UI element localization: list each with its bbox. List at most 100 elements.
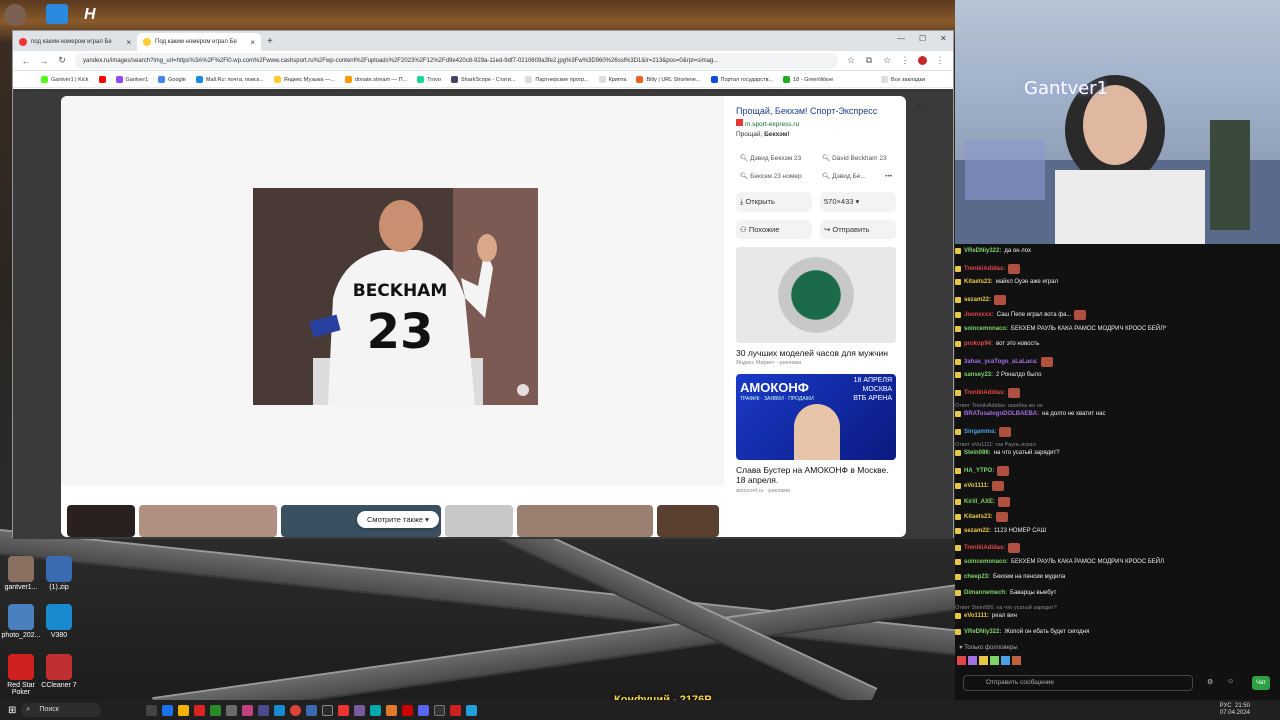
app-icon[interactable]: [386, 704, 398, 716]
share-button[interactable]: ↪ Отправить: [820, 220, 896, 239]
new-tab-button[interactable]: +: [261, 33, 279, 51]
chat-username[interactable]: Kitaets23:: [964, 279, 993, 285]
bookmark-item[interactable]: Gantver1: [115, 76, 148, 83]
minimize-icon[interactable]: —: [897, 34, 905, 43]
search-chip[interactable]: 🔍︎ Дэвид Бекхэм 23: [736, 152, 814, 166]
chat-username[interactable]: Kirill_AXE:: [964, 499, 995, 505]
app-icon[interactable]: [450, 704, 462, 716]
bookmark-item[interactable]: Яндекс Музыка —...: [273, 76, 335, 83]
app-icon[interactable]: [274, 704, 286, 716]
close-tab-icon[interactable]: ×: [126, 38, 131, 47]
bookmark-item[interactable]: Trovo: [417, 76, 441, 83]
desktop-icon[interactable]: Red Star Poker: [0, 654, 42, 696]
thumbnail[interactable]: [657, 505, 719, 537]
bookmark-item[interactable]: [98, 76, 106, 83]
all-bookmarks[interactable]: Все закладки: [880, 76, 925, 83]
chat-username[interactable]: sezam22:: [964, 297, 991, 303]
app-icon[interactable]: [194, 704, 206, 716]
similar-button[interactable]: ⚇ Похожие: [736, 220, 812, 239]
app-icon[interactable]: [370, 704, 382, 716]
chat-username[interactable]: Kitaets23:: [964, 514, 993, 520]
thumbnail[interactable]: [67, 505, 135, 537]
bookmark-item[interactable]: 18 - GreenWave: [783, 76, 833, 83]
telegram-icon[interactable]: [466, 704, 478, 716]
profile-avatar[interactable]: [918, 56, 927, 65]
bookmark-item[interactable]: Bitly | URL Shortene...: [636, 76, 701, 83]
reload-icon[interactable]: ↻: [57, 55, 67, 66]
search-chip[interactable]: 🔍︎ Дэвид Бе... •••: [818, 170, 896, 184]
search-chip[interactable]: 🔍︎ David Beckham 23: [818, 152, 896, 166]
forward-icon[interactable]: →: [39, 56, 49, 66]
chat-username[interactable]: TrenikiAdidas:: [964, 545, 1005, 551]
menu-icon[interactable]: ⋮: [900, 55, 910, 66]
emote-icon[interactable]: [968, 656, 977, 665]
taskbar-search[interactable]: ⌕ Поиск: [21, 703, 102, 717]
tab-2[interactable]: Под каким номером играл Бе ×: [137, 33, 261, 51]
avatar-icon[interactable]: [4, 4, 26, 26]
bookmark-item[interactable]: Google: [158, 76, 186, 83]
url-input[interactable]: yandex.ru/images/search?img_url=https%3A…: [75, 52, 838, 69]
chat-username[interactable]: Stein086:: [964, 450, 991, 456]
h-app-icon[interactable]: H: [84, 6, 102, 24]
bookmark-item[interactable]: SharkScope - Стати...: [451, 76, 515, 83]
chat-username[interactable]: prokop94:: [964, 341, 993, 347]
thumbnail[interactable]: [445, 505, 513, 537]
chat-username[interactable]: eVo1111:: [964, 613, 989, 619]
more-chips-button[interactable]: •••: [885, 170, 892, 184]
maximize-icon[interactable]: ☐: [919, 34, 926, 43]
emote-icon[interactable]: [1012, 656, 1021, 665]
chat-username[interactable]: 3ahax_ycaTogo_aLaLaca:: [964, 359, 1038, 365]
bookmark-item[interactable]: Крипта: [598, 76, 626, 83]
desktop-icon[interactable]: (1).zip: [38, 556, 80, 591]
bookmark-item[interactable]: Mail.Ru: почта, поиск...: [195, 76, 264, 83]
bookmark-item[interactable]: Gantver1 | Kick: [41, 76, 89, 83]
star-icon[interactable]: ☆: [846, 55, 856, 66]
more-icon[interactable]: ⋮: [935, 55, 945, 66]
desktop-icon[interactable]: V380: [38, 604, 80, 639]
bookmark-item[interactable]: Портал государств...: [710, 76, 773, 83]
chat-input[interactable]: Отправить сообщение: [963, 675, 1193, 691]
chat-username[interactable]: HA_YTPO:: [964, 468, 994, 474]
desktop-icon[interactable]: photo_202...: [0, 604, 42, 639]
app-icon[interactable]: [354, 704, 366, 716]
source-link[interactable]: m.sport-express.ru: [736, 119, 906, 128]
chat-username[interactable]: BRATusatogoDOLBAEBA:: [964, 411, 1039, 417]
search-chip[interactable]: 🔍︎ Бекхэм 23 номер: [736, 170, 814, 184]
main-image[interactable]: BECKHAM 23: [253, 188, 538, 405]
thumbnail[interactable]: [139, 505, 277, 537]
bookmark-item[interactable]: donate.stream — П...: [344, 76, 407, 83]
system-clock[interactable]: РУС 21:50 07.04.2024: [1220, 703, 1250, 717]
chat-username[interactable]: sansey23:: [964, 372, 993, 378]
extensions-icon[interactable]: ⧉: [864, 55, 874, 66]
settings-icon[interactable]: ⚙: [1207, 678, 1213, 686]
chat-username[interactable]: eVo1111:: [964, 483, 989, 489]
chrome-icon[interactable]: [290, 704, 302, 716]
start-icon[interactable]: ⊞: [8, 705, 16, 716]
chat-username[interactable]: Dimannemech:: [964, 590, 1007, 596]
chat-username[interactable]: TrenikiAdidas:: [964, 266, 1005, 272]
chat-username[interactable]: sezam22:: [964, 528, 991, 534]
chat-app-icon[interactable]: [46, 4, 68, 24]
close-window-icon[interactable]: ✕: [940, 34, 947, 43]
ad-card[interactable]: 30 лучших моделей часов для мужчин Яндек…: [736, 247, 896, 366]
app-icon[interactable]: [242, 704, 254, 716]
emote-icon[interactable]: [979, 656, 988, 665]
chat-username[interactable]: soincemonaco:: [964, 559, 1008, 565]
chat-username[interactable]: Joonxxxx:: [964, 312, 994, 318]
chat-username[interactable]: Singamma:: [964, 429, 996, 435]
explorer-icon[interactable]: [178, 704, 190, 716]
bookmark-icon[interactable]: ☆: [882, 55, 892, 66]
see-also-button[interactable]: Смотрите также ▾: [357, 511, 439, 528]
bookmark-item[interactable]: Партнерские прогр...: [525, 76, 589, 83]
chat-username[interactable]: soincemonaco:: [964, 326, 1008, 332]
open-button[interactable]: ⤓ Открыть: [736, 192, 812, 212]
ad-card[interactable]: АМОКОНФ ТРАФИК · ЗАЯВКИ · ПРОДАЖИ 18 АПР…: [736, 374, 896, 494]
chat-username[interactable]: VReDNiy322:: [964, 248, 1001, 254]
chat-username[interactable]: TrenikiAdidas:: [964, 390, 1005, 396]
thumbnail[interactable]: [517, 505, 653, 537]
emote-icon[interactable]: [957, 656, 966, 665]
chat-send-button[interactable]: Чат: [1252, 676, 1270, 690]
desktop-icon[interactable]: CCleaner 7: [38, 654, 80, 689]
app-icon[interactable]: [210, 704, 222, 716]
app-icon[interactable]: [258, 704, 270, 716]
